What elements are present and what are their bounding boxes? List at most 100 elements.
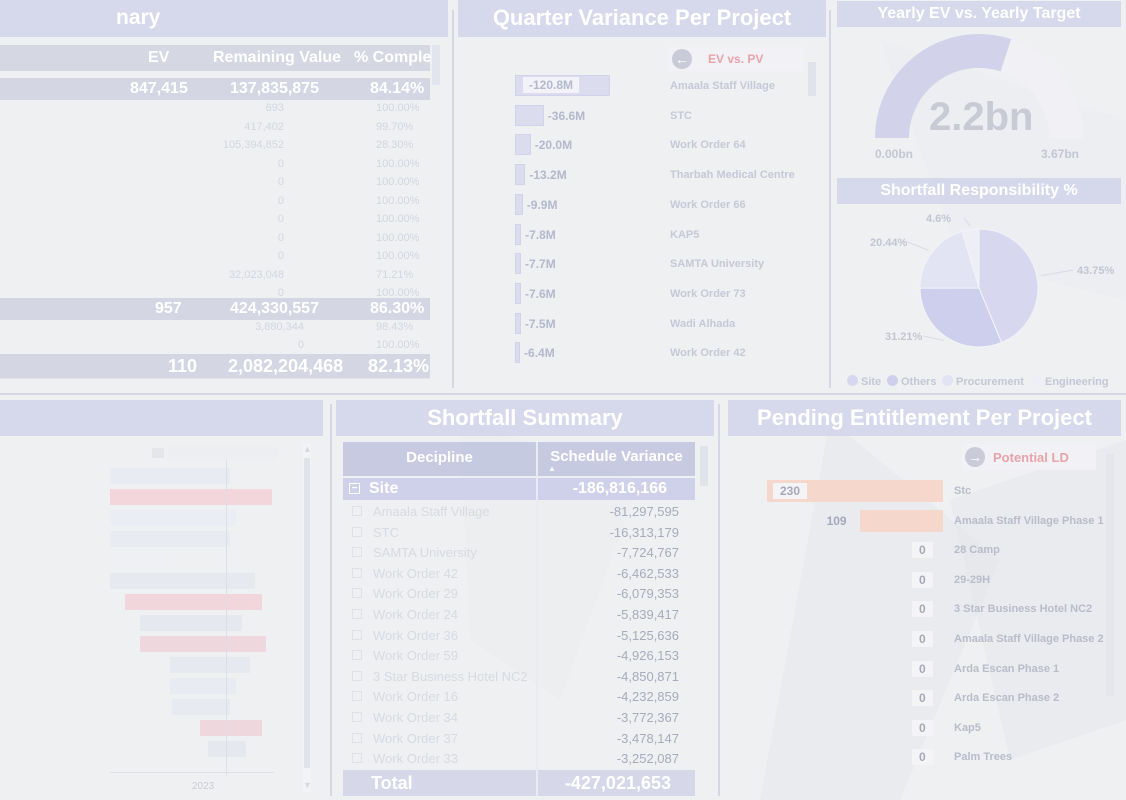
- schedule-bar[interactable]: [170, 657, 250, 673]
- scroll-up-icon[interactable]: ▲: [303, 444, 312, 454]
- schedule-scrollbar-thumb[interactable]: [304, 458, 310, 768]
- header-percent-complete[interactable]: % Comple: [354, 49, 431, 67]
- shortfall-row[interactable]: STC -16,313,179: [343, 522, 695, 543]
- progress-row: 0 100.00%: [0, 230, 430, 248]
- variance-bar[interactable]: [515, 223, 522, 245]
- schedule-bar[interactable]: [172, 699, 230, 715]
- progress-row: 0 100.00%: [0, 174, 430, 192]
- pie-leader-line: [1040, 269, 1074, 277]
- shortfall-row[interactable]: Work Order 59 -4,926,153: [343, 645, 695, 666]
- progress-row-remaining: 0: [297, 339, 304, 351]
- yearly-ev-min: 0.00bn: [875, 147, 914, 161]
- legend-item-others[interactable]: Others: [887, 375, 936, 388]
- shortfall-table-scrollbar[interactable]: [700, 446, 708, 486]
- scroll-down-icon[interactable]: ▼: [303, 780, 312, 790]
- schedule-bar[interactable]: [110, 489, 272, 505]
- expand-icon[interactable]: [352, 650, 362, 661]
- progress-row-complete: 100.00%: [376, 194, 420, 207]
- progress-row-remaining: 0: [277, 176, 284, 188]
- shortfall-row-name: Amaala Staff Village: [373, 504, 490, 519]
- variance-bar[interactable]: [515, 253, 522, 275]
- variance-bar[interactable]: [515, 282, 521, 304]
- schedule-bar[interactable]: [110, 552, 165, 568]
- shortfall-row-value: -3,772,367: [616, 710, 679, 725]
- entitlement-scrollbar[interactable]: [1106, 454, 1114, 696]
- total-value: -427,021,653: [564, 773, 671, 793]
- variance-bar[interactable]: [515, 193, 523, 215]
- shortfall-row[interactable]: SAMTA University -7,724,767: [343, 542, 695, 563]
- shortfall-row[interactable]: Work Order 34 -3,772,367: [343, 707, 695, 728]
- schedule-bar[interactable]: [110, 573, 255, 589]
- expand-icon[interactable]: [352, 588, 362, 599]
- shortfall-row-name: STC: [373, 524, 399, 540]
- shortfall-row[interactable]: Work Order 36 -5,125,636: [343, 625, 695, 646]
- entitlement-bar[interactable]: [859, 509, 943, 532]
- variance-bar[interactable]: [515, 104, 544, 126]
- expand-icon[interactable]: [352, 547, 362, 558]
- variance-bar[interactable]: [515, 134, 531, 156]
- progress-table-scrollbar[interactable]: [432, 45, 440, 85]
- schedule-bar[interactable]: [208, 741, 246, 757]
- shortfall-group-row[interactable]: − Site -186,816,166: [343, 478, 695, 500]
- entitlement-value-label: 0: [912, 571, 933, 588]
- entitlement-project-label: 28 Camp: [954, 544, 1000, 557]
- legend-item-procurement[interactable]: Procurement: [942, 375, 1024, 388]
- shortfall-row-name: Work Order 34: [373, 710, 459, 725]
- top-total-ev: 847,415: [130, 80, 188, 97]
- collapse-icon[interactable]: −: [349, 483, 360, 494]
- expand-icon[interactable]: [352, 670, 362, 681]
- shortfall-row[interactable]: Work Order 29 -6,079,353: [343, 583, 695, 604]
- variance-bar[interactable]: [515, 164, 526, 186]
- expand-icon[interactable]: [352, 609, 362, 619]
- schedule-bar[interactable]: [140, 636, 266, 652]
- shortfall-row[interactable]: Work Order 37 -3,478,147: [343, 728, 695, 749]
- schedule-bar[interactable]: [125, 594, 262, 610]
- progress-row: 0 100.00%: [0, 156, 430, 174]
- shortfall-col-schedule-variance[interactable]: Schedule Variance ▲: [538, 442, 695, 476]
- schedule-bar[interactable]: [200, 720, 262, 736]
- shortfall-col-decipline[interactable]: Decipline: [343, 442, 536, 476]
- shortfall-row[interactable]: 3 Star Business Hotel NC2 -4,850,871: [343, 666, 695, 687]
- schedule-bar[interactable]: [110, 468, 230, 484]
- variance-project-label: Work Order 64: [670, 139, 746, 152]
- header-remaining-value[interactable]: Remaining Value: [213, 49, 341, 67]
- expand-icon[interactable]: [352, 691, 362, 702]
- shortfall-col-divider: [536, 442, 538, 796]
- expand-icon[interactable]: [352, 753, 362, 764]
- expand-icon[interactable]: [352, 526, 362, 537]
- yearly-ev-gauge: [875, 33, 1083, 139]
- legend-item-engineering[interactable]: Engineering: [1031, 375, 1109, 388]
- legend-item-site[interactable]: Site: [847, 375, 881, 388]
- variance-bar[interactable]: [515, 312, 521, 334]
- shortfall-row-value: -81,297,595: [609, 504, 679, 519]
- header-ev[interactable]: EV: [148, 49, 169, 67]
- pie-leader-line: [907, 241, 929, 251]
- shortfall-row[interactable]: Work Order 33 -3,252,087: [343, 748, 695, 769]
- schedule-axis-line: [110, 772, 274, 773]
- expand-icon[interactable]: [352, 712, 362, 722]
- schedule-legend-swatch: [152, 448, 164, 458]
- variance-bar[interactable]: [515, 342, 521, 364]
- schedule-bar[interactable]: [110, 531, 230, 547]
- expand-icon[interactable]: [352, 629, 362, 640]
- schedule-axis-label: 2023: [192, 781, 215, 792]
- shortfall-row[interactable]: Amaala Staff Village -81,297,595: [343, 501, 695, 522]
- schedule-bar[interactable]: [110, 510, 236, 526]
- expand-icon[interactable]: [352, 567, 362, 578]
- shortfall-row[interactable]: Work Order 42 -6,462,533: [343, 563, 695, 584]
- legend-swatch: [887, 375, 898, 386]
- progress-summary-panel: nary EV Remaining Value % Comple 847,415…: [0, 0, 450, 392]
- entitlement-project-label: Arda Escan Phase 1: [954, 662, 1060, 675]
- mid-total-ev: 957: [155, 300, 182, 317]
- progress-row-remaining: 417,402: [244, 120, 284, 133]
- expand-icon[interactable]: [352, 506, 362, 516]
- expand-icon[interactable]: [352, 732, 362, 743]
- variance-value-label: -7.6M: [524, 286, 556, 301]
- potential-ld-toggle[interactable]: → Potential LD: [962, 444, 1096, 470]
- entitlement-value-label: 0: [912, 601, 933, 618]
- progress-row-complete: 28.30%: [376, 139, 414, 151]
- entitlement-project-label: Amaala Staff Village Phase 1: [954, 514, 1104, 527]
- shortfall-row[interactable]: Work Order 16 -4,232,859: [343, 686, 695, 707]
- shortfall-row-name: Work Order 59: [373, 648, 459, 664]
- shortfall-row[interactable]: Work Order 24 -5,839,417: [343, 604, 695, 625]
